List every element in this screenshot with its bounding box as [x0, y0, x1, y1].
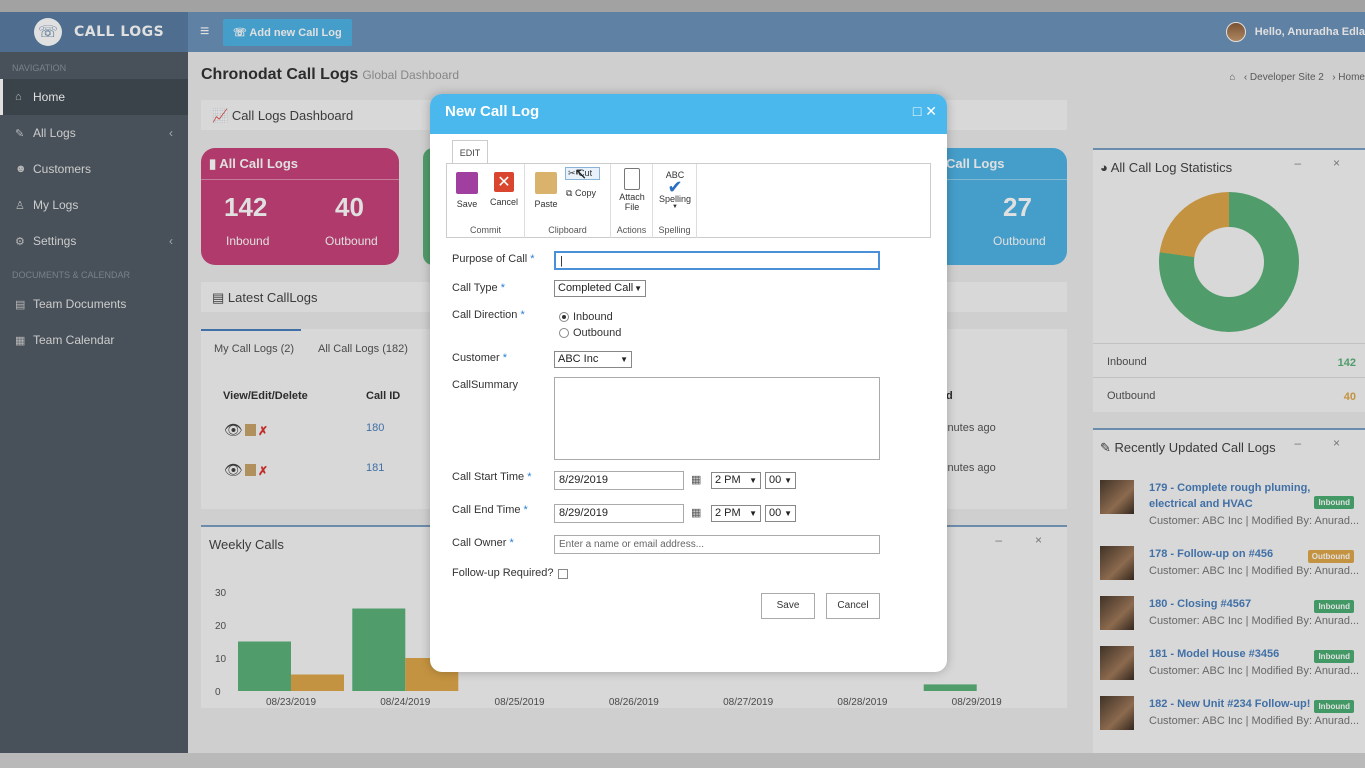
- ribbon-group-spelling: ABC ✔ Spelling ▼ Spelling: [653, 164, 697, 238]
- end-time-label: Call End Time *: [452, 504, 528, 516]
- direction-label: Call Direction *: [452, 309, 525, 321]
- start-date-input[interactable]: 8/29/2019: [554, 471, 684, 490]
- ribbon-spelling-button[interactable]: ABC ✔ Spelling ▼: [657, 170, 693, 210]
- direction-outbound-radio[interactable]: Outbound: [559, 327, 621, 339]
- ribbon-copy-button[interactable]: ⧉ Copy: [566, 188, 606, 199]
- dialog-controls: □ ✕: [913, 94, 937, 129]
- ribbon-group-clipboard: Paste ✂ Cut ⧉ Copy Clipboard: [525, 164, 611, 238]
- direction-inbound-radio[interactable]: Inbound: [559, 311, 613, 323]
- ribbon-save-button[interactable]: Save: [455, 172, 479, 209]
- start-time-label: Call Start Time *: [452, 471, 532, 483]
- followup-label: Follow-up Required?: [452, 567, 554, 579]
- purpose-label: Purpose of Call *: [452, 253, 535, 265]
- close-icon[interactable]: ✕: [925, 103, 937, 119]
- ribbon-group-actions: Attach File Actions: [611, 164, 653, 238]
- cancel-icon: ✕: [494, 172, 514, 192]
- new-call-log-dialog: New Call Log □ ✕ EDIT Save ✕ Cancel Comm…: [430, 94, 947, 672]
- maximize-icon[interactable]: □: [913, 103, 921, 119]
- call-type-select[interactable]: Completed Call: [554, 280, 646, 297]
- dialog-header: New Call Log □ ✕: [430, 94, 947, 134]
- mouse-cursor-icon: ↖: [574, 166, 588, 183]
- save-icon: [456, 172, 478, 194]
- purpose-input[interactable]: |: [554, 251, 880, 270]
- ribbon-group-label: Actions: [616, 225, 647, 235]
- followup-checkbox[interactable]: [558, 569, 568, 579]
- ribbon-tab-edit[interactable]: EDIT: [452, 140, 488, 164]
- ribbon-group-label: Clipboard: [548, 225, 587, 235]
- start-minute-select[interactable]: 00: [765, 472, 796, 489]
- calendar-icon[interactable]: ▦: [691, 506, 701, 519]
- dropdown-icon: ▼: [672, 204, 678, 210]
- end-minute-select[interactable]: 00: [765, 505, 796, 522]
- ribbon-group-label: Commit: [470, 225, 501, 235]
- paste-icon: [535, 172, 557, 194]
- ribbon-group-label: Spelling: [658, 225, 691, 235]
- dialog-title: New Call Log: [445, 103, 540, 120]
- radio-checked: [559, 312, 569, 322]
- owner-label: Call Owner *: [452, 537, 514, 549]
- radio-unchecked: [559, 328, 569, 338]
- check-icon: ✔: [667, 177, 683, 197]
- calendar-icon[interactable]: ▦: [691, 473, 701, 486]
- ribbon: Save ✕ Cancel Commit Paste ✂ Cut ⧉ Copy …: [446, 163, 931, 238]
- ribbon-attach-file-button[interactable]: Attach File: [619, 168, 645, 212]
- copy-icon: ⧉: [566, 188, 573, 198]
- call-type-label: Call Type *: [452, 282, 505, 294]
- ribbon-paste-button[interactable]: Paste: [533, 172, 559, 209]
- customer-select[interactable]: ABC Inc: [554, 351, 632, 368]
- ribbon-group-commit: Save ✕ Cancel Commit: [447, 164, 525, 238]
- end-date-input[interactable]: 8/29/2019: [554, 504, 684, 523]
- summary-textarea[interactable]: [554, 377, 880, 460]
- owner-input[interactable]: Enter a name or email address...: [554, 535, 880, 554]
- customer-label: Customer *: [452, 352, 508, 364]
- summary-label: CallSummary: [452, 379, 519, 391]
- end-hour-select[interactable]: 2 PM: [711, 505, 761, 522]
- ribbon-cancel-button[interactable]: ✕ Cancel: [490, 172, 518, 207]
- cancel-button[interactable]: Cancel: [826, 593, 880, 619]
- save-button[interactable]: Save: [761, 593, 815, 619]
- start-hour-select[interactable]: 2 PM: [711, 472, 761, 489]
- attach-file-icon: [624, 168, 640, 190]
